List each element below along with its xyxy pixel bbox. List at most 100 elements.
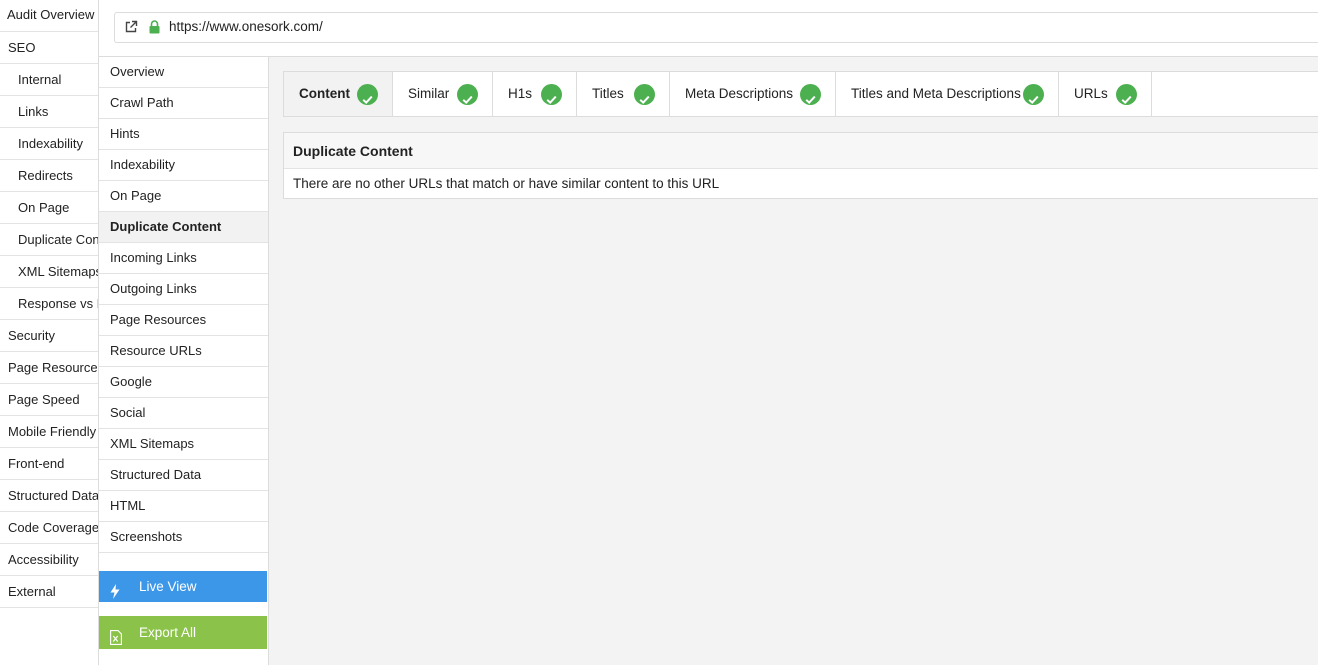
- sidebar-item-seo[interactable]: SEO: [0, 32, 98, 64]
- url-bar-strip: https://www.onesork.com/: [99, 0, 1318, 57]
- sidebar-item-duplicate-content[interactable]: Duplicate Content: [0, 224, 98, 256]
- nav-item-label: Duplicate Content: [110, 219, 222, 234]
- sidebar-item-links[interactable]: Links: [0, 96, 98, 128]
- nav-item-label: Social: [110, 405, 146, 420]
- sidebar-item-label: External: [8, 584, 56, 599]
- sidebar-item-label: Links: [18, 104, 49, 119]
- nav-item-label: XML Sitemaps: [110, 436, 195, 451]
- nav-item-page-resources[interactable]: Page Resources: [99, 305, 268, 336]
- page-nav: Overview Crawl Path Hints Indexability O…: [99, 57, 269, 665]
- nav-item-label: Google: [110, 374, 152, 389]
- nav-item-hints[interactable]: Hints: [99, 119, 268, 150]
- sidebar-item-page-speed[interactable]: Page Speed: [0, 384, 98, 416]
- content-tabs: Content Similar H1s Titles Meta Descript…: [283, 71, 1318, 117]
- nav-item-label: HTML: [110, 498, 146, 513]
- nav-item-html[interactable]: HTML: [99, 491, 268, 522]
- nav-item-screenshots[interactable]: Screenshots: [99, 522, 268, 553]
- sidebar-item-label: Redirects: [18, 168, 73, 183]
- duplicate-content-panel: Duplicate Content There are no other URL…: [283, 132, 1318, 199]
- sidebar-item-internal[interactable]: Internal: [0, 64, 98, 96]
- nav-item-duplicate-content[interactable]: Duplicate Content: [99, 212, 268, 243]
- sidebar-item-label: SEO: [8, 40, 36, 55]
- live-view-label: Live View: [139, 579, 197, 594]
- nav-item-crawl-path[interactable]: Crawl Path: [99, 88, 268, 119]
- nav-item-indexability[interactable]: Indexability: [99, 150, 268, 181]
- url-text: https://www.onesork.com/: [169, 19, 323, 34]
- nav-item-google[interactable]: Google: [99, 367, 268, 398]
- export-all-button[interactable]: Export All: [99, 616, 267, 649]
- tab-h1s[interactable]: H1s: [493, 72, 577, 116]
- check-circle-icon: [800, 84, 821, 105]
- tab-content[interactable]: Content: [284, 72, 393, 116]
- sidebar-item-page-resources[interactable]: Page Resources: [0, 352, 98, 384]
- nav-item-label: Page Resources: [110, 312, 207, 327]
- check-circle-icon: [541, 84, 562, 105]
- nav-item-label: Overview: [110, 64, 165, 79]
- nav-item-resource-urls[interactable]: Resource URLs: [99, 336, 268, 367]
- sidebar-item-label: Page Speed: [8, 392, 80, 407]
- sidebar-item-structured-data[interactable]: Structured Data: [0, 480, 98, 512]
- sidebar-item-label: Accessibility: [8, 552, 79, 567]
- sidebar-item-external[interactable]: External: [0, 576, 98, 608]
- sidebar-item-audit-overview[interactable]: Audit Overview: [0, 0, 98, 32]
- tab-titles[interactable]: Titles: [577, 72, 670, 116]
- sidebar-item-indexability[interactable]: Indexability: [0, 128, 98, 160]
- external-link-icon[interactable]: [124, 20, 138, 37]
- nav-item-label: On Page: [110, 188, 162, 203]
- panel-title: Duplicate Content: [284, 133, 1318, 169]
- check-circle-icon: [357, 84, 378, 105]
- excel-file-icon: [110, 624, 122, 657]
- sidebar-item-label: Internal: [18, 72, 62, 87]
- tab-label: Similar: [408, 86, 450, 101]
- nav-item-label: Incoming Links: [110, 250, 197, 265]
- nav-item-label: Resource URLs: [110, 343, 202, 358]
- live-view-button[interactable]: Live View: [99, 571, 267, 602]
- lock-icon: [149, 20, 160, 37]
- check-circle-icon: [1023, 84, 1044, 105]
- sidebar-item-label: Front-end: [8, 456, 65, 471]
- sidebar-item-xml-sitemaps[interactable]: XML Sitemaps: [0, 256, 98, 288]
- check-circle-icon: [634, 84, 655, 105]
- nav-item-label: Structured Data: [110, 467, 202, 482]
- nav-item-label: Outgoing Links: [110, 281, 197, 296]
- nav-item-outgoing-links[interactable]: Outgoing Links: [99, 274, 268, 305]
- nav-item-social[interactable]: Social: [99, 398, 268, 429]
- tab-label: URLs: [1074, 86, 1108, 101]
- tab-titles-and-meta-descriptions[interactable]: Titles and Meta Descriptions: [836, 72, 1059, 116]
- sidebar-item-label: On Page: [18, 200, 70, 215]
- sidebar-item-label: Response vs Render: [18, 296, 98, 311]
- sidebar-item-on-page[interactable]: On Page: [0, 192, 98, 224]
- nav-item-structured-data[interactable]: Structured Data: [99, 460, 268, 491]
- sidebar-item-redirects[interactable]: Redirects: [0, 160, 98, 192]
- lightning-icon: [110, 579, 120, 610]
- url-field[interactable]: https://www.onesork.com/: [114, 12, 1318, 43]
- sidebar-item-mobile-friendly[interactable]: Mobile Friendly: [0, 416, 98, 448]
- sidebar-item-label: Duplicate Content: [18, 232, 98, 247]
- audit-sidebar: Audit Overview SEO Internal Links Indexa…: [0, 0, 99, 665]
- nav-item-on-page[interactable]: On Page: [99, 181, 268, 212]
- nav-item-label: Hints: [110, 126, 140, 141]
- sidebar-item-front-end[interactable]: Front-end: [0, 448, 98, 480]
- tab-label: H1s: [508, 86, 533, 101]
- tab-label: Meta Descriptions: [685, 86, 794, 101]
- tab-similar[interactable]: Similar: [393, 72, 493, 116]
- sidebar-item-label: Audit Overview: [7, 7, 95, 22]
- nav-item-label: Crawl Path: [110, 95, 174, 110]
- nav-item-incoming-links[interactable]: Incoming Links: [99, 243, 268, 274]
- sidebar-item-security[interactable]: Security: [0, 320, 98, 352]
- nav-item-xml-sitemaps[interactable]: XML Sitemaps: [99, 429, 268, 460]
- export-all-label: Export All: [139, 625, 197, 640]
- sidebar-item-code-coverage[interactable]: Code Coverage: [0, 512, 98, 544]
- tab-urls[interactable]: URLs: [1059, 72, 1152, 116]
- nav-item-label: Screenshots: [110, 529, 183, 544]
- check-circle-icon: [457, 84, 478, 105]
- sidebar-item-label: Indexability: [18, 136, 84, 151]
- sidebar-item-response-vs-render[interactable]: Response vs Render: [0, 288, 98, 320]
- tab-label: Titles: [592, 86, 624, 101]
- tab-meta-descriptions[interactable]: Meta Descriptions: [670, 72, 836, 116]
- sidebar-item-label: Security: [8, 328, 55, 343]
- sidebar-item-accessibility[interactable]: Accessibility: [0, 544, 98, 576]
- sidebar-item-label: Page Resources: [8, 360, 98, 375]
- nav-item-overview[interactable]: Overview: [99, 57, 268, 88]
- sidebar-item-label: Structured Data: [8, 488, 98, 503]
